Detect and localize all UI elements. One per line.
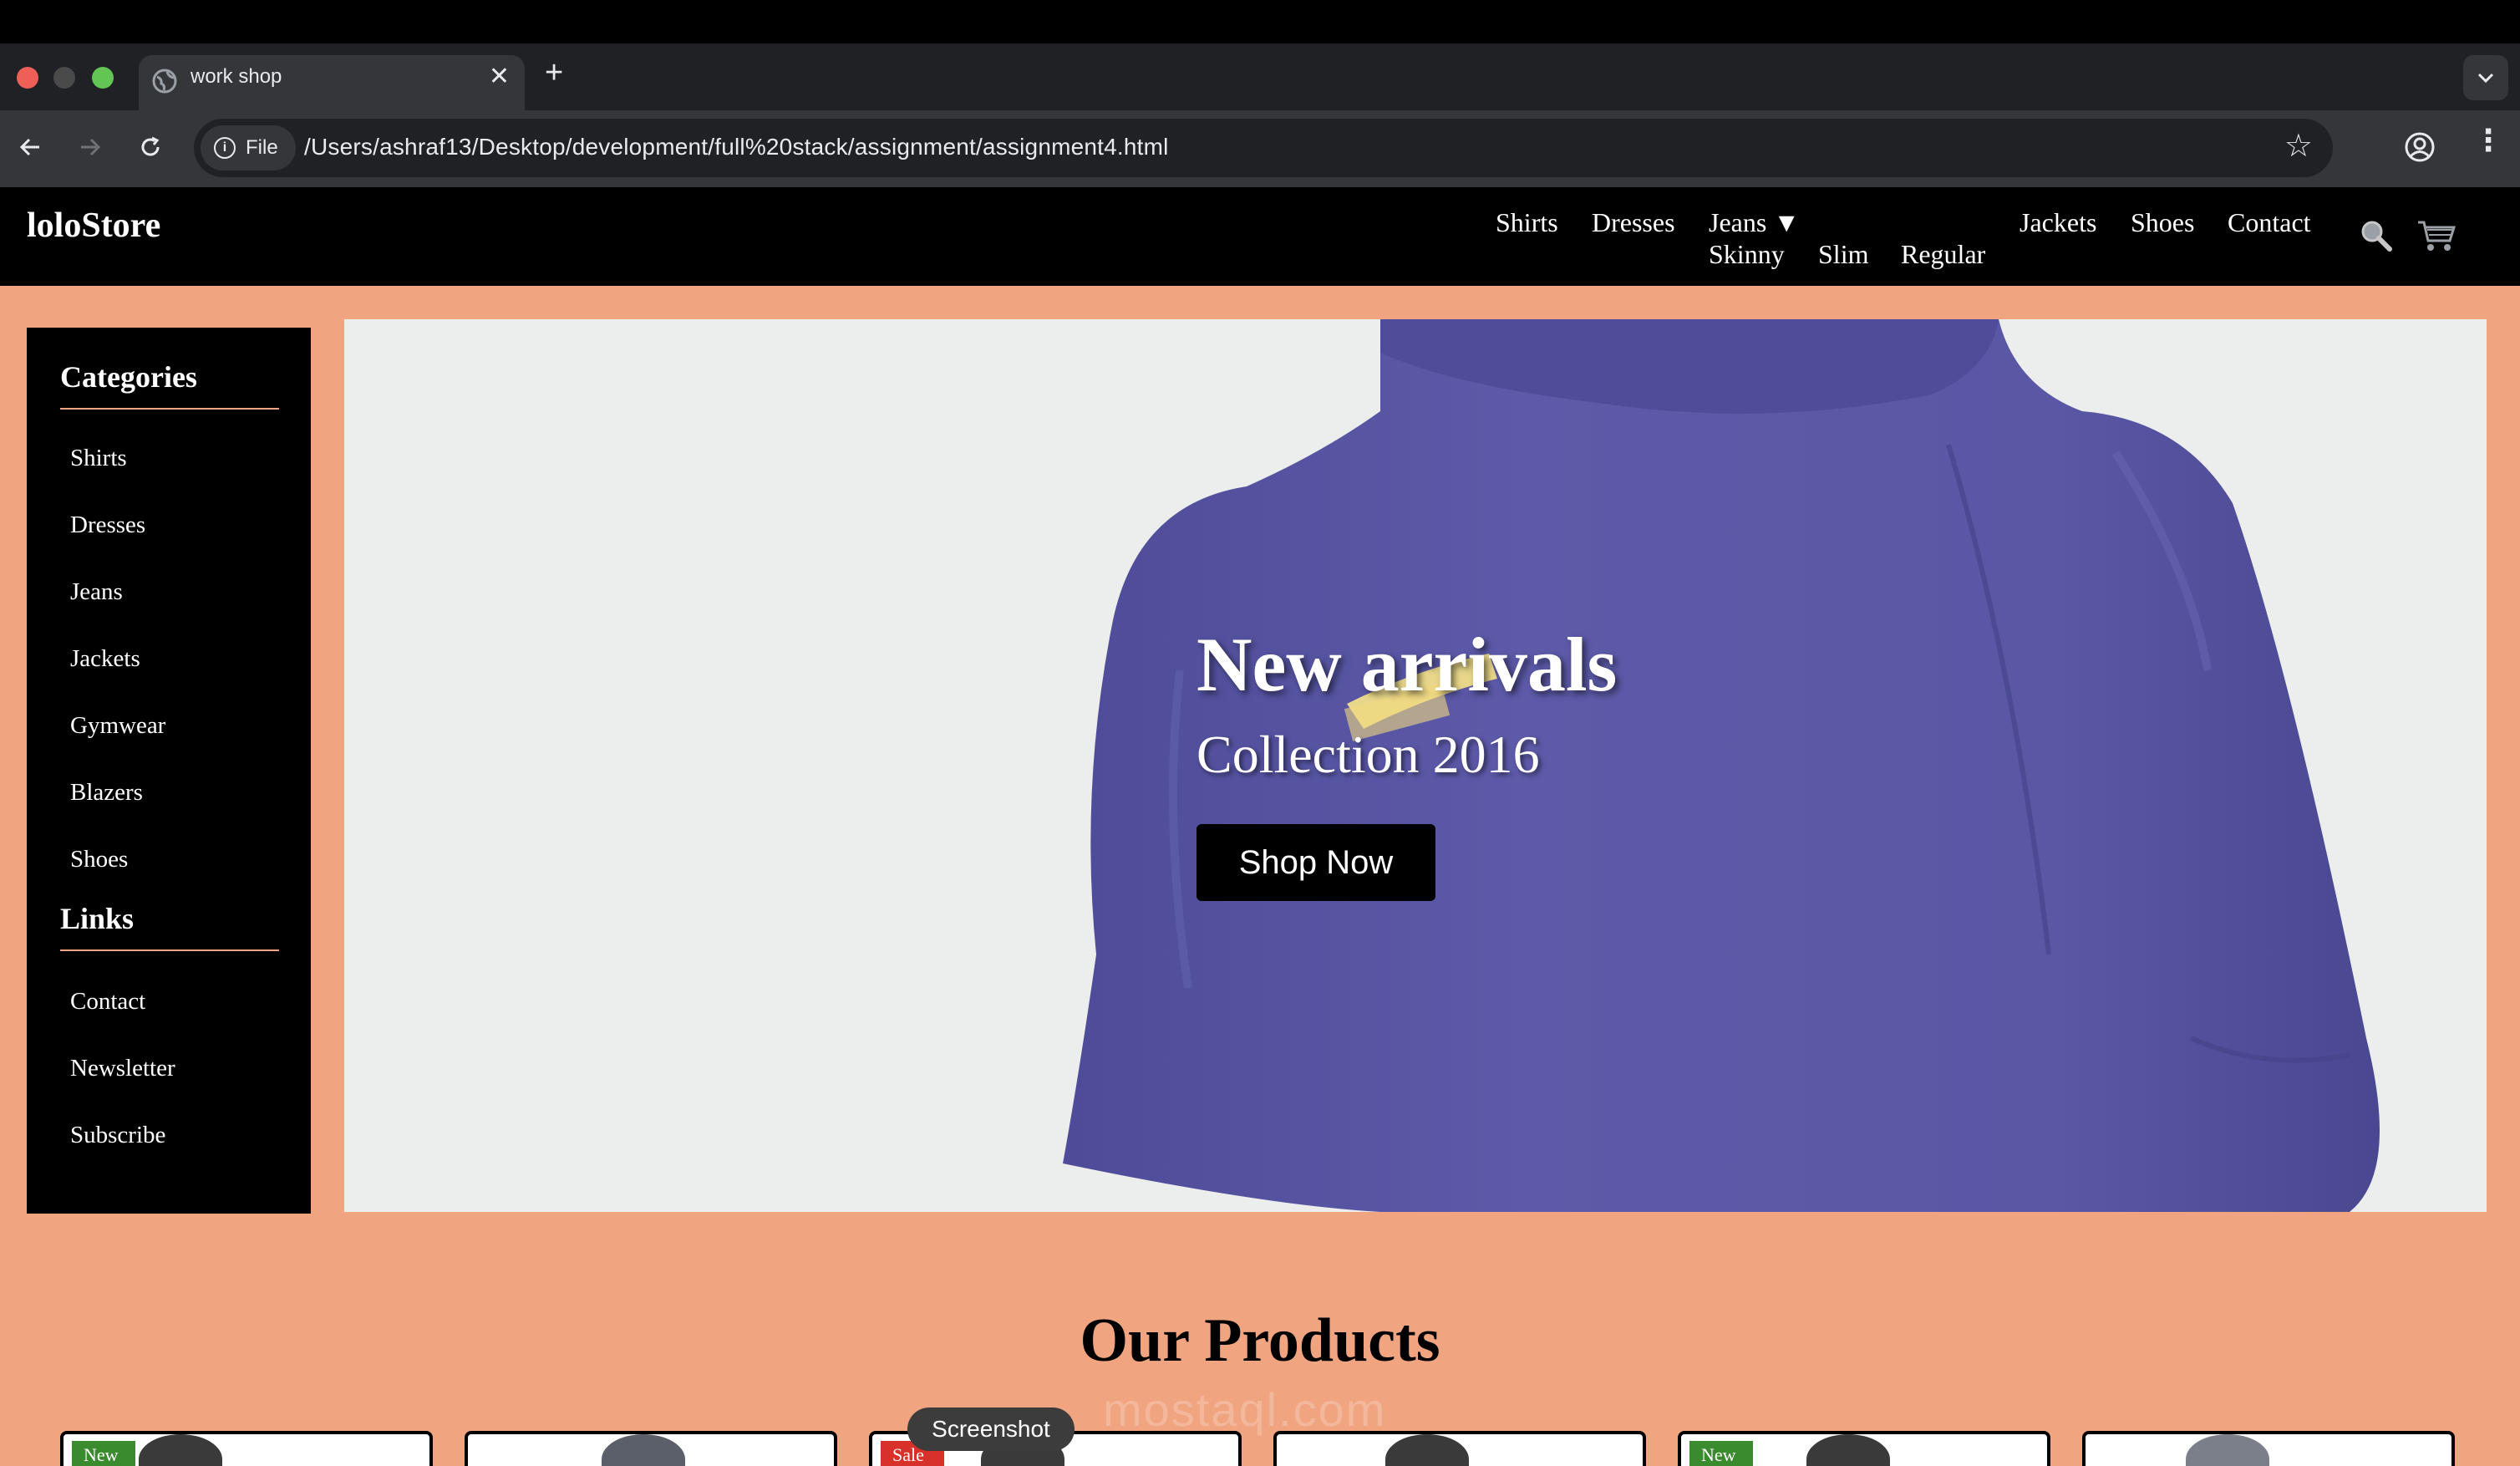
link-newsletter[interactable]: Newsletter — [70, 1055, 175, 1082]
nav-jeans-dropdown[interactable]: Jeans ▼ — [1709, 207, 1800, 238]
nav-jeans-regular[interactable]: Regular — [1901, 239, 1985, 270]
minimize-window-button[interactable] — [53, 67, 75, 89]
window-top-bar — [0, 0, 2520, 43]
hero-title: New arrivals — [1196, 622, 1618, 707]
product-card[interactable]: New — [60, 1431, 433, 1466]
categories-divider — [60, 408, 279, 410]
category-shoes[interactable]: Shoes — [70, 846, 128, 873]
bookmark-star-icon[interactable]: ☆ — [2284, 127, 2313, 164]
site-info-chip[interactable]: i File — [201, 125, 296, 171]
tab-search-button[interactable] — [2463, 55, 2508, 100]
search-icon[interactable] — [2358, 217, 2395, 254]
hero-banner: New arrivals Collection 2016 Shop Now — [344, 319, 2487, 1212]
category-shirts[interactable]: Shirts — [70, 445, 127, 472]
close-tab-icon[interactable]: ✕ — [489, 62, 510, 91]
watermark-text: mostaql.com — [1103, 1383, 1387, 1436]
tab-title: work shop — [191, 65, 282, 88]
nav-shirts[interactable]: Shirts — [1496, 207, 1558, 238]
reload-button[interactable] — [130, 127, 170, 167]
links-heading: Links — [60, 902, 135, 935]
back-button[interactable] — [10, 127, 50, 167]
new-badge: New — [72, 1441, 135, 1466]
site-info-label: File — [246, 136, 278, 159]
chevron-down-icon — [2477, 73, 2494, 84]
product-image — [1806, 1434, 1890, 1466]
url-text[interactable]: /Users/ashraf13/Desktop/development/full… — [304, 134, 1169, 160]
nav-jackets[interactable]: Jackets — [2020, 207, 2096, 238]
shop-now-button[interactable]: Shop Now — [1196, 824, 1435, 901]
nav-shoes[interactable]: Shoes — [2131, 207, 2194, 238]
product-card[interactable] — [1273, 1431, 1646, 1466]
arrow-left-icon — [19, 138, 39, 156]
hero-subtitle: Collection 2016 — [1196, 725, 1540, 784]
product-card[interactable] — [465, 1431, 837, 1466]
nav-contact[interactable]: Contact — [2228, 207, 2311, 238]
category-jeans[interactable]: Jeans — [70, 578, 123, 606]
web-page: loloStore Shirts Dresses Jeans ▼ Skinny … — [0, 187, 2520, 1466]
new-tab-button[interactable]: + — [545, 55, 563, 91]
cart-icon[interactable] — [2416, 217, 2456, 254]
nav-jeans-skinny[interactable]: Skinny — [1709, 239, 1785, 270]
product-image — [2186, 1434, 2269, 1466]
site-navbar: loloStore Shirts Dresses Jeans ▼ Skinny … — [0, 187, 2520, 286]
products-heading: Our Products — [1080, 1306, 1440, 1375]
arrow-right-icon — [81, 138, 101, 156]
product-image — [1385, 1434, 1469, 1466]
close-window-button[interactable] — [17, 67, 38, 89]
maximize-window-button[interactable] — [92, 67, 114, 89]
nav-dresses[interactable]: Dresses — [1592, 207, 1675, 238]
product-image — [139, 1434, 222, 1466]
profile-icon[interactable] — [2403, 130, 2436, 164]
globe-icon — [152, 69, 177, 94]
category-jackets[interactable]: Jackets — [70, 645, 140, 673]
product-card[interactable] — [2082, 1431, 2455, 1466]
link-contact[interactable]: Contact — [70, 988, 145, 1016]
categories-heading: Categories — [60, 360, 197, 394]
browser-menu-icon[interactable]: ⋮ — [2473, 124, 2503, 158]
category-dresses[interactable]: Dresses — [70, 512, 145, 539]
links-divider — [60, 949, 279, 951]
product-image — [602, 1434, 685, 1466]
nav-jeans-slim[interactable]: Slim — [1818, 239, 1868, 270]
browser-toolbar: i File /Users/ashraf13/Desktop/developme… — [0, 110, 2520, 187]
info-icon: i — [214, 137, 236, 159]
new-badge: New — [1689, 1441, 1753, 1466]
reload-icon — [141, 136, 160, 156]
sidebar: Categories Shirts Dresses Jeans Jackets … — [27, 328, 311, 1214]
product-card[interactable]: New — [1678, 1431, 2050, 1466]
link-subscribe[interactable]: Subscribe — [70, 1122, 165, 1149]
category-gymwear[interactable]: Gymwear — [70, 712, 165, 740]
category-blazers[interactable]: Blazers — [70, 779, 143, 807]
screenshot-tooltip: Screenshot — [907, 1407, 1075, 1451]
site-logo[interactable]: loloStore — [27, 206, 160, 246]
forward-button[interactable] — [70, 127, 110, 167]
browser-tab[interactable]: work shop ✕ — [139, 55, 525, 112]
address-bar[interactable]: i File /Users/ashraf13/Desktop/developme… — [194, 119, 2333, 177]
